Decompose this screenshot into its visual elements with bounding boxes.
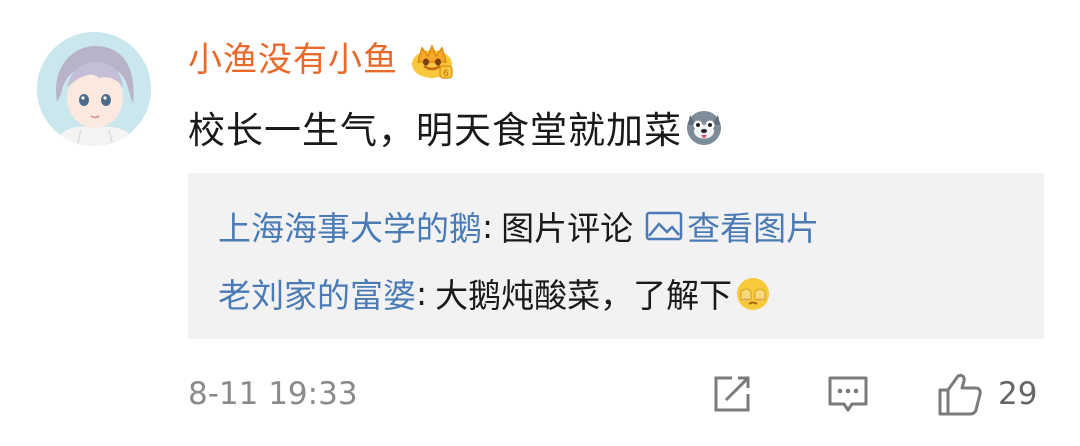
reply-separator: : (416, 273, 428, 313)
comment-card: 小渔没有小鱼 6 校长一生气，明天食堂就加菜 上海海事大学的鹅: 图片评论 查… (0, 0, 1080, 446)
username-row: 小渔没有小鱼 6 (188, 38, 454, 82)
share-icon (714, 376, 750, 412)
reply-text: 图片评论 (501, 209, 634, 248)
like-button[interactable]: 29 (936, 370, 1037, 418)
username[interactable]: 小渔没有小鱼 (188, 38, 398, 82)
view-image-link[interactable]: 查看图片 (645, 202, 819, 250)
avatar[interactable] (37, 32, 151, 146)
reply-separator: : (482, 206, 494, 246)
husky-dog-emoji-icon (684, 107, 724, 147)
vip-crown-icon[interactable]: 6 (410, 40, 454, 80)
reply-item[interactable]: 上海海事大学的鹅 : 图片评论 查看图片 (218, 202, 819, 250)
comment-footer: 8-11 19:33 29 (188, 370, 1048, 418)
reply-item[interactable]: 老刘家的富婆 : 大鹅炖酸菜，了解下 (218, 271, 772, 315)
like-count: 29 (998, 376, 1038, 412)
face-emoji-icon (734, 274, 772, 312)
comment-text: 校长一生气，明天食堂就加菜 (188, 109, 682, 152)
svg-text:6: 6 (443, 69, 449, 79)
timestamp: 8-11 19:33 (188, 376, 358, 412)
reply-author[interactable]: 老刘家的富婆 (218, 269, 416, 317)
thumbs-up-icon (938, 373, 982, 416)
replies-box[interactable]: 上海海事大学的鹅 : 图片评论 查看图片 老刘家的富婆 : 大鹅炖酸菜，了解下 (188, 173, 1044, 339)
comment-text-row: 校长一生气，明天食堂就加菜 (188, 104, 724, 152)
comment-icon (828, 376, 868, 412)
view-image-label: 查看图片 (687, 209, 820, 248)
share-button[interactable] (710, 372, 754, 416)
reply-button[interactable] (826, 372, 870, 416)
reply-text: 大鹅炖酸菜，了解下 (435, 276, 733, 315)
reply-author[interactable]: 上海海事大学的鹅 (218, 202, 482, 250)
image-icon (645, 211, 683, 241)
